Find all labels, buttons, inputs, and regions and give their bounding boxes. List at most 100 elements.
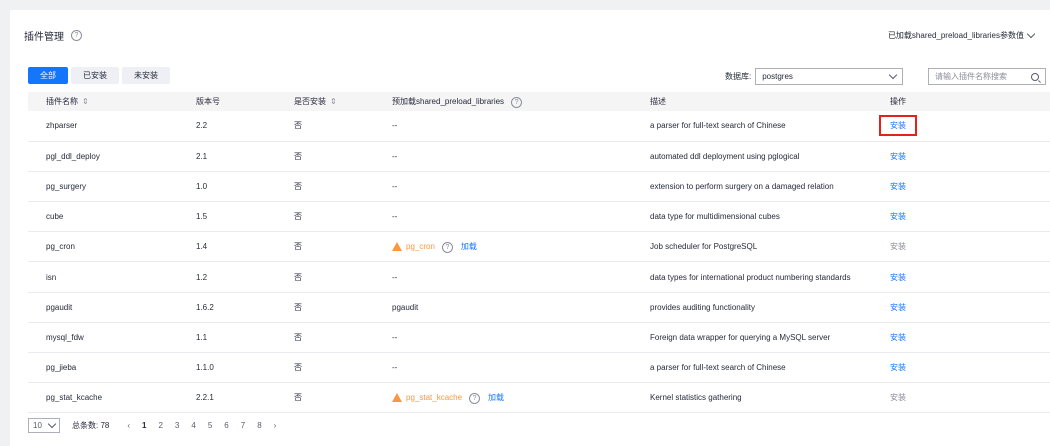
plugin-description: a parser for full-text search of Chinese xyxy=(632,352,872,384)
plugin-name: pg_stat_kcache xyxy=(28,382,178,414)
preload-param-dropdown[interactable]: 已加载shared_preload_libraries参数值 xyxy=(888,29,1036,41)
plugin-description: Foreign data wrapper for querying a MySQ… xyxy=(632,322,872,354)
table-row: mysql_fdw 1.1 否 -- Foreign data wrapper for … xyxy=(28,322,1050,354)
install-link[interactable]: 安装 xyxy=(890,363,906,372)
install-link: 安装 xyxy=(890,393,906,403)
page-header: 插件管理 ? xyxy=(24,28,82,43)
preload-value: -- xyxy=(392,332,398,342)
plugin-panel: 插件管理 ? 已加载shared_preload_libraries参数值 全部… xyxy=(10,10,1050,446)
page-number[interactable]: 3 xyxy=(175,421,179,430)
page-number[interactable]: 6 xyxy=(224,421,228,430)
page-number[interactable]: 4 xyxy=(191,421,195,430)
preload-cell: pgaudit xyxy=(374,292,632,323)
sort-icon[interactable]: ⇕ xyxy=(330,97,337,106)
install-link[interactable]: 安装 xyxy=(890,121,906,130)
column-header-label: 预加载shared_preload_libraries xyxy=(392,96,505,106)
column-header-label: 描述 xyxy=(650,97,666,106)
action-cell: 安装 xyxy=(872,201,1050,233)
plugin-name: pg_surgery xyxy=(28,171,178,203)
plugin-description: extension to perform surgery on a damage… xyxy=(632,171,872,203)
highlight-box: 安装 xyxy=(879,115,917,137)
install-status: 否 xyxy=(276,261,374,293)
sort-icon[interactable]: ⇕ xyxy=(82,97,89,106)
load-link[interactable]: 加载 xyxy=(461,242,477,251)
column-header-label: 版本号 xyxy=(196,97,220,106)
column-header: 预加载shared_preload_libraries? xyxy=(374,92,632,111)
preload-cell: -- xyxy=(374,352,632,384)
warning-icon xyxy=(392,242,402,252)
plugin-name: pg_jieba xyxy=(28,352,178,384)
tab-1[interactable]: 已安装 xyxy=(71,67,119,84)
action-cell: 安装 xyxy=(872,111,1050,142)
preload-value: -- xyxy=(392,181,398,191)
install-link[interactable]: 安装 xyxy=(890,212,906,221)
plugin-name: zhparser xyxy=(28,111,178,142)
plugin-version: 1.5 xyxy=(178,201,276,233)
preload-cell: pg_stat_kcache? 加载 xyxy=(374,382,632,414)
preload-cell: -- xyxy=(374,171,632,203)
help-icon[interactable]: ? xyxy=(441,241,453,253)
load-link[interactable]: 加载 xyxy=(488,393,504,402)
tab-2[interactable]: 未安装 xyxy=(122,67,170,84)
preload-value: -- xyxy=(392,272,398,282)
install-link[interactable]: 安装 xyxy=(890,333,906,342)
database-label: 数据库: xyxy=(725,72,752,81)
preload-value: -- xyxy=(392,363,398,373)
preload-cell: -- xyxy=(374,141,632,172)
action-cell: 安装 xyxy=(872,171,1050,203)
plugin-description: a parser for full-text search of Chinese xyxy=(632,111,872,142)
table-row: isn 1.2 否 -- data types for international pr… xyxy=(28,261,1050,293)
action-cell: 安装 xyxy=(872,292,1050,323)
column-header[interactable]: 是否安装 ⇕ xyxy=(276,92,374,111)
tab-0[interactable]: 全部 xyxy=(28,67,68,84)
install-link[interactable]: 安装 xyxy=(890,303,906,312)
prev-page-icon[interactable]: ‹ xyxy=(127,421,130,430)
action-cell: 安装 xyxy=(872,261,1050,293)
install-link[interactable]: 安装 xyxy=(890,152,906,161)
plugin-version: 1.6.2 xyxy=(178,292,276,323)
help-icon[interactable]: ? xyxy=(511,96,523,108)
install-link[interactable]: 安装 xyxy=(890,273,906,282)
help-icon[interactable]: ? xyxy=(469,392,481,404)
install-status: 否 xyxy=(276,201,374,233)
plugin-version: 1.0 xyxy=(178,171,276,203)
plugin-version: 1.1 xyxy=(178,322,276,354)
next-page-icon[interactable]: › xyxy=(274,421,277,430)
table-body: zhparser 2.2 否 -- a parser for full-text sea… xyxy=(28,111,1050,414)
install-link[interactable]: 安装 xyxy=(890,182,906,191)
table-row: pg_stat_kcache 2.2.1 否 pg_stat_kcache? 加载 Ker… xyxy=(28,382,1050,414)
install-status: 否 xyxy=(276,292,374,323)
page-number[interactable]: 8 xyxy=(257,421,261,430)
preload-value: -- xyxy=(392,151,398,161)
plugin-description: Kernel statistics gathering xyxy=(632,382,872,414)
page-number[interactable]: 7 xyxy=(241,421,245,430)
help-icon[interactable]: ? xyxy=(71,29,82,41)
preload-cell: -- xyxy=(374,261,632,293)
action-cell: 安装 xyxy=(872,231,1050,263)
column-header-label: 是否安装 xyxy=(294,97,326,106)
search-icon[interactable] xyxy=(1031,72,1039,81)
column-header[interactable]: 插件名称 ⇕ xyxy=(28,92,178,111)
plugin-version: 1.1.0 xyxy=(178,352,276,384)
chevron-down-icon xyxy=(47,419,57,429)
page-number[interactable]: 2 xyxy=(158,421,162,430)
warning-icon xyxy=(392,393,402,403)
plugin-name: isn xyxy=(28,261,178,293)
page-number[interactable]: 1 xyxy=(142,421,146,430)
preload-value: pg_stat_kcache xyxy=(406,392,463,402)
install-status: 否 xyxy=(276,111,374,142)
search-input[interactable]: 请输入插件名称搜索 xyxy=(928,68,1046,85)
plugin-version: 2.1 xyxy=(178,141,276,172)
database-select[interactable]: postgres xyxy=(755,68,904,85)
plugin-name: pgaudit xyxy=(28,292,178,323)
database-value: postgres xyxy=(762,72,793,81)
page-size-select[interactable]: 10 xyxy=(28,418,60,433)
total-count: 总条数: 78 xyxy=(72,421,110,430)
action-cell: 安装 xyxy=(872,322,1050,354)
column-header: 操作 xyxy=(872,92,1050,111)
plugin-version: 2.2.1 xyxy=(178,382,276,414)
plugin-description: data type for multidimensional cubes xyxy=(632,201,872,233)
page-title: 插件管理 xyxy=(24,31,64,43)
plugin-version: 1.2 xyxy=(178,261,276,293)
page-number[interactable]: 5 xyxy=(208,421,212,430)
